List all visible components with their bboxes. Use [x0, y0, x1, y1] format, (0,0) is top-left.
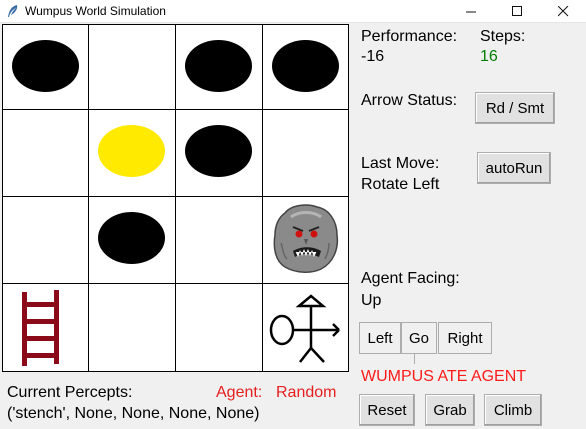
- title-bar: Wumpus World Simulation: [0, 0, 586, 23]
- feather-icon: [8, 5, 18, 17]
- cell-2-0: [2, 196, 90, 285]
- wumpus-board: [2, 24, 349, 372]
- reset-button[interactable]: Reset: [359, 394, 415, 426]
- cell-2-2: [175, 196, 264, 285]
- current-percepts-value: ('stench', None, None, None, None): [7, 405, 260, 422]
- autorun-button[interactable]: autoRun: [477, 152, 551, 184]
- wumpus-icon: [273, 204, 339, 273]
- gold-icon: [98, 125, 165, 177]
- grab-button[interactable]: Grab: [425, 394, 475, 426]
- cell-2-1: [88, 196, 177, 285]
- cell-1-0: [2, 109, 90, 198]
- close-icon[interactable]: [540, 0, 586, 22]
- cell-1-1: [88, 109, 177, 198]
- cell-0-2: [175, 24, 264, 111]
- cell-3-3: [262, 283, 349, 372]
- maximize-icon[interactable]: [494, 0, 540, 22]
- divider: [414, 354, 415, 364]
- pit-icon: [185, 40, 252, 92]
- agent-type-value: Random: [276, 384, 337, 401]
- left-button[interactable]: Left: [359, 322, 401, 354]
- ladder-icon: [22, 290, 59, 366]
- agent-facing-label: Agent Facing:: [361, 270, 460, 287]
- climb-button[interactable]: Climb: [484, 394, 542, 426]
- cell-1-3: [262, 109, 349, 198]
- cell-0-0: [2, 24, 90, 111]
- steps-value: 16: [480, 48, 498, 65]
- current-percepts-label: Current Percepts:: [7, 384, 133, 401]
- status-message: WUMPUS ATE AGENT: [361, 368, 527, 385]
- pit-icon: [98, 212, 165, 264]
- cell-0-3: [262, 24, 349, 111]
- cell-3-1: [88, 283, 177, 372]
- right-button[interactable]: Right: [438, 322, 492, 354]
- window-title: Wumpus World Simulation: [25, 4, 166, 18]
- cell-0-1: [88, 24, 177, 111]
- agent-icon: [269, 294, 340, 363]
- cell-1-2: [175, 109, 264, 198]
- cell-3-0: [2, 283, 90, 372]
- performance-value: -16: [361, 48, 385, 65]
- pit-icon: [272, 40, 339, 92]
- last-move-label: Last Move:: [361, 155, 440, 172]
- arrow-status-label: Arrow Status:: [361, 92, 458, 109]
- pit-icon: [12, 40, 79, 92]
- agent-type-label: Agent:: [216, 384, 263, 401]
- rd-smt-button[interactable]: Rd / Smt: [475, 92, 555, 124]
- pit-icon: [185, 125, 252, 177]
- performance-label: Performance:: [361, 28, 458, 45]
- minimize-icon[interactable]: [448, 0, 494, 22]
- cell-2-3: [262, 196, 349, 285]
- agent-facing-value: Up: [361, 292, 382, 309]
- go-button[interactable]: Go: [401, 322, 437, 354]
- last-move-value: Rotate Left: [361, 176, 440, 193]
- steps-label: Steps:: [480, 28, 526, 45]
- cell-3-2: [175, 283, 264, 372]
